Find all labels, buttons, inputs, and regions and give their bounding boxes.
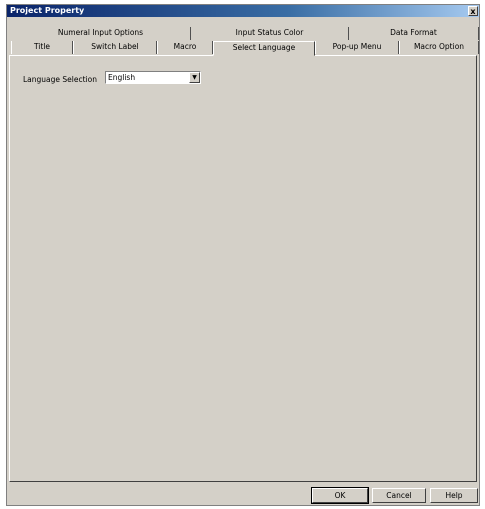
tab-label: Select Language [232, 43, 296, 52]
language-select[interactable]: English ▼ [105, 71, 201, 84]
tab-macro[interactable]: Macro [157, 41, 213, 54]
tab-popup-menu[interactable]: Pop-up Menu [315, 41, 399, 54]
tab-label: Macro [173, 42, 197, 51]
help-button-label: Help [445, 491, 463, 500]
tab-label: Switch Label [91, 42, 139, 51]
tab-label: Title [33, 42, 51, 51]
help-button[interactable]: Help [430, 488, 478, 503]
title-bar: Project Property x [7, 5, 479, 17]
tab-input-status-color[interactable]: Input Status Color [191, 27, 349, 40]
tab-macro-option[interactable]: Macro Option [399, 41, 479, 54]
close-button[interactable]: x [468, 6, 478, 16]
tab-select-language[interactable]: Select Language [213, 41, 315, 56]
cancel-button-label: Cancel [386, 491, 412, 500]
tab-label: Macro Option [413, 42, 465, 51]
tab-numeral-input-options[interactable]: Numeral Input Options [11, 27, 191, 40]
window-title: Project Property [10, 6, 85, 15]
ok-button[interactable]: OK [311, 487, 369, 504]
tab-label: Data Format [390, 28, 437, 37]
chevron-down-icon[interactable]: ▼ [189, 72, 200, 83]
tab-data-format[interactable]: Data Format [349, 27, 479, 40]
project-property-dialog: Project Property x Numeral Input Options… [6, 4, 480, 506]
cancel-button[interactable]: Cancel [372, 488, 426, 503]
tab-title[interactable]: Title [11, 41, 73, 54]
tab-panel [9, 55, 477, 482]
tab-label: Numeral Input Options [57, 28, 144, 37]
close-icon: x [470, 7, 476, 16]
tab-switch-label[interactable]: Switch Label [73, 41, 157, 54]
tab-label: Pop-up Menu [332, 42, 382, 51]
ok-button-label: OK [334, 491, 346, 500]
language-selection-label: Language Selection [23, 75, 97, 84]
tab-label: Input Status Color [235, 28, 304, 37]
language-select-value: English [108, 73, 136, 82]
